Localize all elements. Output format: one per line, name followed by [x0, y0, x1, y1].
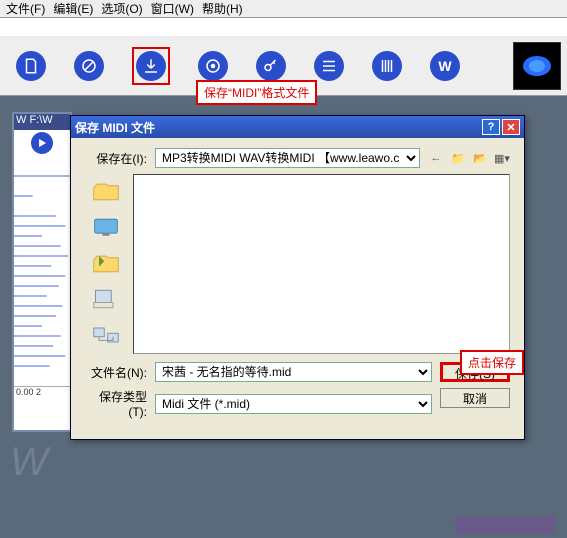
record-icon[interactable]: [198, 51, 228, 81]
bars-icon[interactable]: [372, 51, 402, 81]
menu-bar: 文件(F) 编辑(E) 选项(O) 窗口(W) 帮助(H): [0, 0, 567, 18]
newfolder-icon[interactable]: 📂: [472, 150, 488, 166]
filename-input[interactable]: 宋茜 - 无名指的等待.mid: [155, 362, 432, 382]
cancel-button[interactable]: 取消: [440, 388, 510, 408]
menu-edit[interactable]: 编辑(E): [51, 0, 95, 17]
callout-toolbar: 保存“MIDI”格式文件: [196, 80, 317, 105]
callout-save: 点击保存: [460, 350, 524, 375]
menu-options[interactable]: 选项(O): [99, 0, 144, 17]
title-strip: [0, 18, 567, 36]
place-recent-icon[interactable]: [90, 178, 122, 204]
back-icon[interactable]: ←: [428, 150, 444, 166]
menu-window[interactable]: 窗口(W): [149, 0, 196, 17]
wave-play-icon[interactable]: [14, 130, 70, 156]
logo-icon: [513, 42, 561, 90]
status-bar: [455, 516, 555, 534]
watermark: W: [10, 440, 48, 485]
waveform-display: [14, 156, 70, 386]
places-bar: [85, 174, 127, 354]
views-icon[interactable]: ▦▾: [494, 150, 510, 166]
list-icon[interactable]: [314, 51, 344, 81]
wave-title: W F:\W: [14, 114, 70, 130]
place-desktop-icon[interactable]: [90, 214, 122, 240]
wave-ruler: 0.00 2: [14, 386, 70, 400]
filename-label: 文件名(N):: [85, 364, 147, 381]
menu-help[interactable]: 帮助(H): [200, 0, 245, 17]
place-mycomputer-icon[interactable]: [90, 286, 122, 312]
place-mydocs-icon[interactable]: [90, 250, 122, 276]
menu-file[interactable]: 文件(F): [4, 0, 47, 17]
filetype-label: 保存类型(T):: [85, 388, 147, 419]
file-list[interactable]: [133, 174, 510, 354]
filetype-combo[interactable]: Midi 文件 (*.mid): [155, 394, 432, 414]
savein-label: 保存在(I):: [85, 150, 147, 167]
dialog-titlebar: 保存 MIDI 文件 ? ✕: [71, 116, 524, 138]
close-button[interactable]: ✕: [502, 119, 520, 135]
save-midi-icon[interactable]: [136, 51, 166, 81]
key-icon[interactable]: [256, 51, 286, 81]
waveform-window: W F:\W 0.00 2: [12, 112, 72, 432]
up-icon[interactable]: 📁: [450, 150, 466, 166]
place-network-icon[interactable]: [90, 322, 122, 348]
new-icon[interactable]: [16, 51, 46, 81]
disable-icon[interactable]: [74, 51, 104, 81]
w-icon[interactable]: W: [430, 51, 460, 81]
dialog-title: 保存 MIDI 文件: [75, 119, 155, 136]
savein-combo[interactable]: MP3转换MIDI WAV转换MIDI 【www.leawo.c: [155, 148, 420, 168]
save-dialog: 保存 MIDI 文件 ? ✕ 保存在(I): MP3转换MIDI WAV转换MI…: [70, 115, 525, 440]
help-button[interactable]: ?: [482, 119, 500, 135]
save-midi-highlight: [132, 47, 170, 85]
